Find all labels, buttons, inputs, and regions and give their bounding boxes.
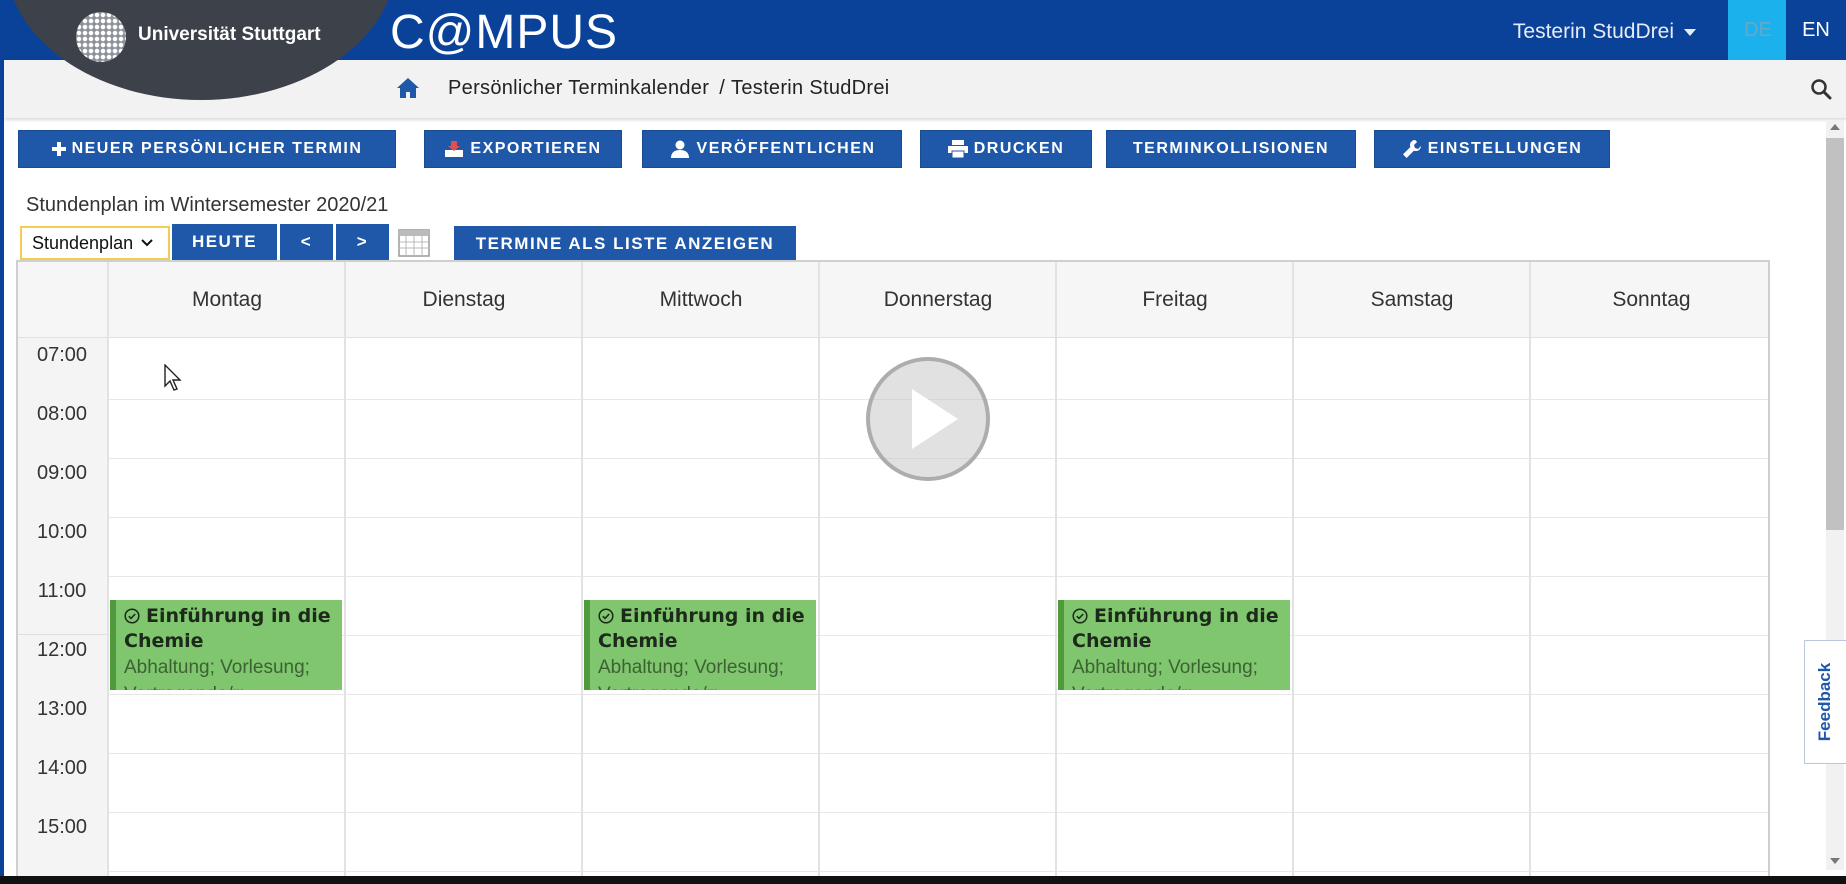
next-week-button[interactable]: > <box>336 224 390 260</box>
left-edge <box>0 0 4 884</box>
search-icon[interactable] <box>1810 78 1832 100</box>
time-label: 12:00 <box>36 639 88 661</box>
event-detail: Abhaltung; Vorlesung; Vortragende/r: <box>1072 657 1258 690</box>
video-play-button[interactable] <box>866 357 990 481</box>
day-header-saturday: Samstag <box>1293 262 1530 338</box>
semester-label: Stundenplan im Wintersemester 2020/21 <box>26 194 389 216</box>
breadcrumb: Persönlicher Terminkalender / Testerin Stu… <box>448 77 890 100</box>
settings-label: EINSTELLUNGEN <box>1427 140 1583 157</box>
column-line <box>107 262 109 884</box>
time-label: 10:00 <box>36 521 88 543</box>
time-label: 13:00 <box>36 698 88 720</box>
grid-line <box>108 635 1768 636</box>
scroll-down-icon[interactable] <box>1830 858 1840 864</box>
publish-label: VERÖFFENTLICHEN <box>696 140 876 157</box>
breadcrumb-title: Persönlicher Terminkalender <box>448 77 710 99</box>
export-label: EXPORTIEREN <box>470 140 602 157</box>
column-line <box>1055 262 1057 884</box>
export-icon <box>445 141 464 157</box>
calendar-icon[interactable] <box>398 229 430 257</box>
language-en-button[interactable]: EN <box>1786 0 1846 60</box>
chevron-down-icon <box>141 239 153 247</box>
user-name: Testerin StudDrei <box>1512 20 1674 43</box>
user-menu[interactable]: Testerin StudDrei <box>1513 20 1696 44</box>
time-label: 09:00 <box>36 462 88 484</box>
day-header-monday: Montag <box>108 262 345 338</box>
calendar-event-monday[interactable]: Einführung in die Chemie Abhaltung; Vorl… <box>110 600 342 690</box>
grid-line <box>108 753 1768 754</box>
grid-line <box>18 634 108 635</box>
scroll-up-icon[interactable] <box>1830 124 1840 130</box>
time-label: 14:00 <box>36 757 88 779</box>
view-select-value: Stundenplan <box>32 232 134 253</box>
caret-down-icon <box>1684 28 1696 36</box>
column-line <box>818 262 820 884</box>
time-label: 07:00 <box>36 344 88 366</box>
breadcrumb-separator: / <box>719 77 726 99</box>
day-header-friday: Freitag <box>1056 262 1293 338</box>
feedback-tab[interactable]: Feedback <box>1804 640 1846 764</box>
calendar-event-wednesday[interactable]: Einführung in die Chemie Abhaltung; Vorl… <box>584 600 816 690</box>
university-name[interactable]: Universität Stuttgart <box>138 24 321 46</box>
settings-button[interactable]: EINSTELLUNGEN <box>1374 130 1610 168</box>
grid-line <box>108 576 1768 577</box>
time-label: 08:00 <box>36 403 88 425</box>
grid-line <box>108 694 1768 695</box>
time-column: 07:00 08:00 09:00 10:00 11:00 12:00 13:0… <box>18 338 108 884</box>
time-label: 11:00 <box>37 580 87 602</box>
event-title-row: Einführung in die Chemie <box>124 604 334 654</box>
app-title[interactable]: C@MPUS <box>390 5 618 60</box>
grid-line <box>108 871 1768 872</box>
mouse-cursor-icon <box>164 364 182 391</box>
calendar-header: Montag Dienstag Mittwoch Donnerstag Frei… <box>18 262 1768 338</box>
collisions-label: TERMINKOLLISIONEN <box>1132 140 1330 157</box>
column-line <box>344 262 346 884</box>
check-circle-icon <box>1072 608 1088 624</box>
feedback-label: Feedback <box>1815 662 1835 742</box>
collisions-button[interactable]: TERMINKOLLISIONEN <box>1106 130 1356 168</box>
event-detail: Abhaltung; Vorlesung; Vortragende/r: <box>124 657 310 690</box>
grid-line <box>108 812 1768 813</box>
today-button[interactable]: HEUTE <box>172 224 278 260</box>
event-title: Einführung in die Chemie <box>1072 605 1279 652</box>
week-calendar: Montag Dienstag Mittwoch Donnerstag Frei… <box>16 260 1770 884</box>
event-title-row: Einführung in die Chemie <box>598 604 808 654</box>
calendar-event-friday[interactable]: Einführung in die Chemie Abhaltung; Vorl… <box>1058 600 1290 690</box>
export-button[interactable]: EXPORTIEREN <box>424 130 622 168</box>
new-appointment-button[interactable]: NEUER PERSÖNLICHER TERMIN <box>18 130 396 168</box>
bottom-bar <box>0 876 1846 884</box>
breadcrumb-user: Testerin StudDrei <box>731 77 890 99</box>
print-icon <box>947 140 968 158</box>
grid-line <box>108 517 1768 518</box>
time-label: 15:00 <box>36 816 88 838</box>
column-line <box>1292 262 1294 884</box>
day-header-wednesday: Mittwoch <box>582 262 819 338</box>
event-title-row: Einführung in die Chemie <box>1072 604 1282 654</box>
publish-button[interactable]: VERÖFFENTLICHEN <box>642 130 902 168</box>
previous-week-button[interactable]: < <box>280 224 334 260</box>
new-appointment-label: NEUER PERSÖNLICHER TERMIN <box>71 140 363 157</box>
view-select[interactable]: Stundenplan <box>20 226 170 260</box>
day-header-tuesday: Dienstag <box>345 262 582 338</box>
users-icon <box>670 140 689 158</box>
wrench-icon <box>1402 139 1421 158</box>
event-title: Einführung in die Chemie <box>598 605 805 652</box>
home-icon[interactable] <box>396 77 420 99</box>
check-circle-icon <box>598 608 614 624</box>
scrollbar-thumb[interactable] <box>1826 138 1844 530</box>
check-circle-icon <box>124 608 140 624</box>
print-button[interactable]: DRUCKEN <box>920 130 1092 168</box>
plus-icon <box>51 142 66 156</box>
language-de-button[interactable]: DE <box>1728 0 1788 60</box>
play-icon <box>912 389 958 449</box>
print-label: DRUCKEN <box>973 140 1065 157</box>
event-title: Einführung in die Chemie <box>124 605 331 652</box>
university-seal-icon <box>76 12 126 62</box>
event-detail: Abhaltung; Vorlesung; Vortragende/r: <box>598 657 784 690</box>
list-view-button[interactable]: TERMINE ALS LISTE ANZEIGEN <box>454 226 796 262</box>
day-header-thursday: Donnerstag <box>819 262 1056 338</box>
column-line <box>581 262 583 884</box>
column-line <box>1529 262 1531 884</box>
day-header-sunday: Sonntag <box>1530 262 1768 338</box>
